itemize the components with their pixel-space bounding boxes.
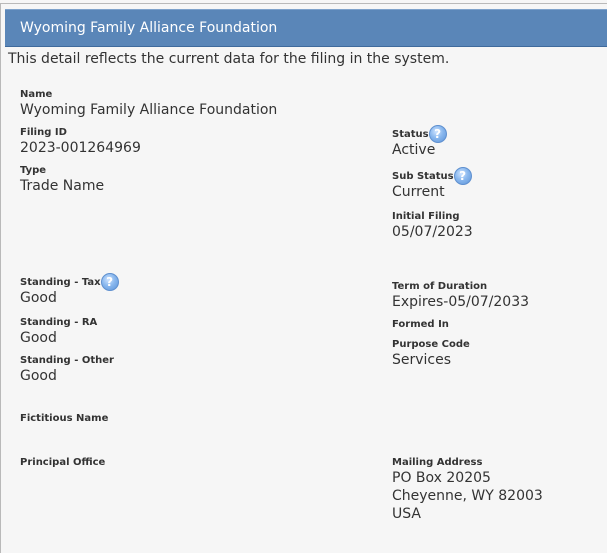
status-value: Active bbox=[392, 142, 436, 158]
term-of-duration-value: Expires-05/07/2033 bbox=[392, 294, 530, 310]
standing-tax-label: Standing - Tax ? bbox=[20, 273, 119, 291]
field-filing-id: Filing ID 2023-001264969 bbox=[20, 126, 141, 157]
sub-status-label: Sub Status ? bbox=[392, 167, 472, 185]
field-fictitious-name: Fictitious Name bbox=[20, 412, 108, 425]
principal-office-label: Principal Office bbox=[20, 457, 106, 468]
filing-title-bar: Wyoming Family Alliance Foundation bbox=[5, 9, 607, 47]
field-principal-office: Principal Office bbox=[20, 456, 105, 469]
field-status: Status ? Active bbox=[392, 125, 447, 159]
window-border-left bbox=[0, 3, 1, 553]
field-formed-in: Formed In bbox=[392, 318, 449, 331]
field-term-of-duration: Term of Duration Expires-05/07/2033 bbox=[392, 280, 529, 311]
window-border-top bbox=[0, 3, 607, 4]
intro-text: This detail reflects the current data fo… bbox=[8, 51, 450, 67]
field-mailing-address: Mailing Address PO Box 20205 Cheyenne, W… bbox=[392, 456, 543, 523]
field-sub-status: Sub Status ? Current bbox=[392, 167, 472, 201]
filing-id-value: 2023-001264969 bbox=[20, 140, 141, 156]
field-purpose-code: Purpose Code Services bbox=[392, 338, 470, 369]
name-label: Name bbox=[20, 89, 53, 100]
filing-title: Wyoming Family Alliance Foundation bbox=[20, 20, 278, 36]
sub-status-label-text: Sub Status bbox=[392, 171, 454, 182]
purpose-code-label: Purpose Code bbox=[392, 339, 470, 350]
standing-other-value: Good bbox=[20, 368, 57, 384]
field-standing-other: Standing - Other Good bbox=[20, 354, 114, 385]
field-name: Name Wyoming Family Alliance Foundation bbox=[20, 88, 277, 119]
standing-ra-value: Good bbox=[20, 330, 57, 346]
formed-in-label: Formed In bbox=[392, 319, 449, 330]
field-standing-tax: Standing - Tax ? Good bbox=[20, 273, 119, 307]
standing-tax-value: Good bbox=[20, 290, 57, 306]
type-value: Trade Name bbox=[20, 178, 105, 194]
field-type: Type Trade Name bbox=[20, 164, 104, 195]
sub-status-value: Current bbox=[392, 184, 445, 200]
type-label: Type bbox=[20, 165, 47, 176]
status-label-text: Status bbox=[392, 129, 429, 140]
help-icon[interactable]: ? bbox=[100, 273, 119, 291]
field-standing-ra: Standing - RA Good bbox=[20, 316, 97, 347]
purpose-code-value: Services bbox=[392, 352, 452, 368]
mailing-address-line2: Cheyenne, WY 82003 bbox=[392, 488, 543, 504]
standing-tax-label-text: Standing - Tax bbox=[20, 277, 101, 288]
standing-other-label: Standing - Other bbox=[20, 355, 114, 366]
initial-filing-value: 05/07/2023 bbox=[392, 224, 473, 240]
help-icon[interactable]: ? bbox=[453, 167, 472, 185]
term-of-duration-label: Term of Duration bbox=[392, 281, 488, 292]
filing-id-label: Filing ID bbox=[20, 127, 67, 138]
name-value: Wyoming Family Alliance Foundation bbox=[20, 102, 278, 118]
status-label: Status ? bbox=[392, 125, 447, 143]
fictitious-name-label: Fictitious Name bbox=[20, 413, 109, 424]
mailing-address-line3: USA bbox=[392, 506, 421, 522]
mailing-address-label: Mailing Address bbox=[392, 457, 483, 468]
standing-ra-label: Standing - RA bbox=[20, 317, 98, 328]
field-initial-filing: Initial Filing 05/07/2023 bbox=[392, 210, 473, 241]
mailing-address-line1: PO Box 20205 bbox=[392, 470, 491, 486]
initial-filing-label: Initial Filing bbox=[392, 211, 460, 222]
